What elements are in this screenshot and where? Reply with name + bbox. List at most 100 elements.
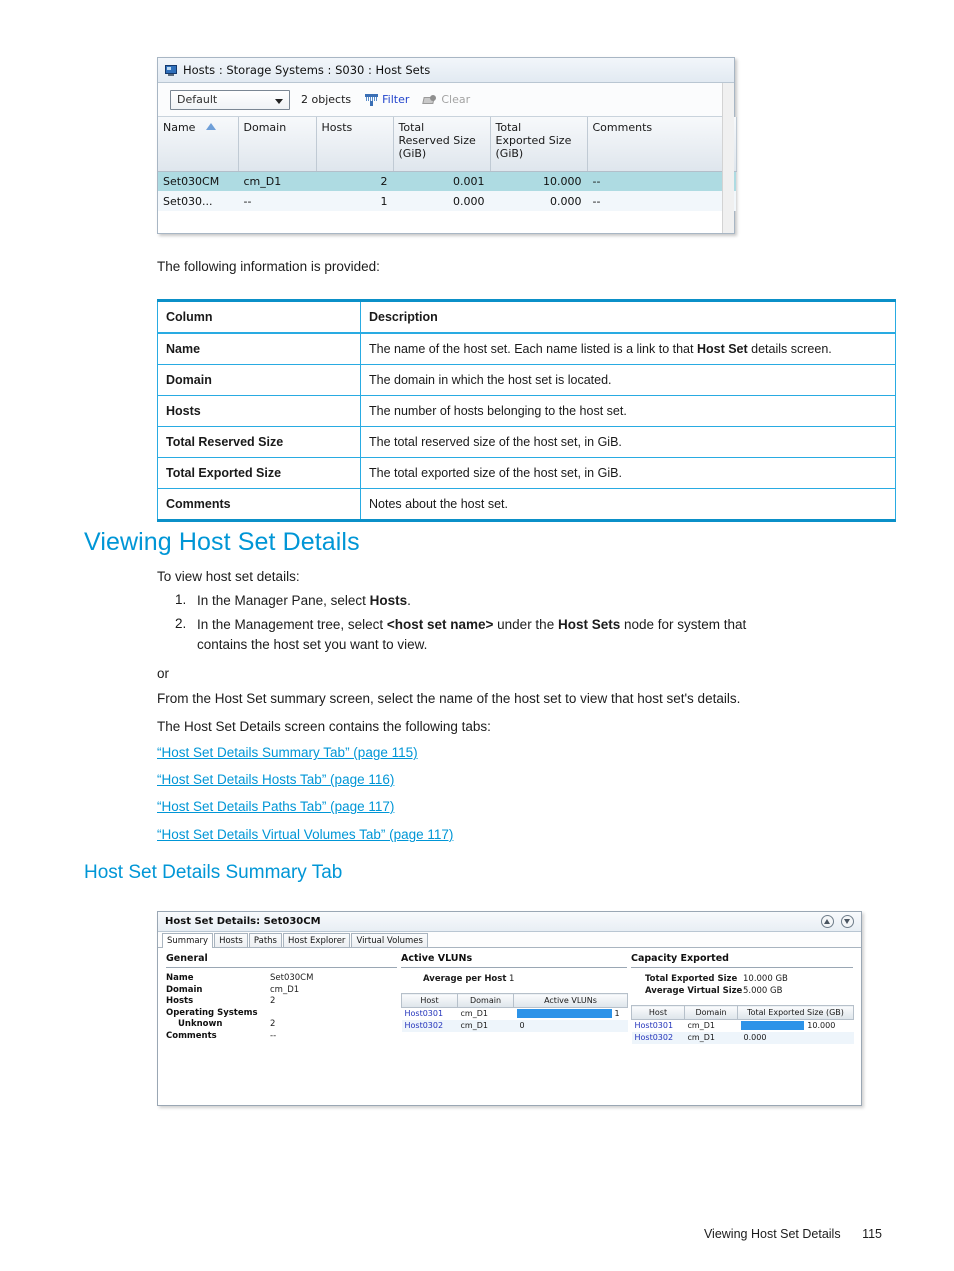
cell-name[interactable]: Set030... xyxy=(158,191,238,211)
filter-button[interactable]: Filter xyxy=(365,93,409,106)
field-hosts: Hosts 2 xyxy=(166,996,397,1008)
subsection-title: Host Set Details Summary Tab xyxy=(84,862,343,883)
col-header-hosts[interactable]: Hosts xyxy=(316,117,394,172)
view-selector-dropdown[interactable]: Default xyxy=(170,89,290,110)
table-row[interactable]: Host0302 cm_D1 0 xyxy=(401,1019,628,1032)
tab-summary[interactable]: Summary xyxy=(162,933,214,948)
hostsets-grid-header: Name Domain Hosts Total Reserved Size (G… xyxy=(158,117,737,172)
desc-cell-description: The total exported size of the host set,… xyxy=(360,457,896,489)
tab-virtual-volumes[interactable]: Virtual Volumes xyxy=(351,933,428,947)
field-domain-label: Domain xyxy=(166,984,203,995)
vluns-col-host[interactable]: Host xyxy=(401,993,458,1008)
desc-table-header-row: Column Description xyxy=(157,299,896,334)
document-page: Hosts : Storage Systems : S030 : Host Se… xyxy=(0,0,954,1271)
cell-hosts: 1 xyxy=(316,191,393,211)
step-2-bold2: Host Sets xyxy=(557,617,621,632)
pane-active-vluns: Active VLUNs Average per Host 1 Host Dom… xyxy=(401,953,628,1044)
cap-col-domain[interactable]: Domain xyxy=(684,1005,738,1020)
active-vluns-heading: Active VLUNs xyxy=(401,953,627,968)
details-title-label: Host Set Details: Set030CM xyxy=(165,916,321,927)
col-exported-line2: Exported Size xyxy=(495,134,572,147)
tab-paths[interactable]: Paths xyxy=(248,933,282,947)
col-header-name[interactable]: Name xyxy=(158,117,239,172)
table-row: Hosts The number of hosts belonging to t… xyxy=(157,395,896,427)
cap-cell-host[interactable]: Host0302 xyxy=(631,1031,685,1044)
capacity-exported-table: Host Domain Total Exported Size (GB) Hos… xyxy=(631,1005,854,1044)
collapse-up-icon[interactable] xyxy=(821,915,834,928)
details-titlebar: Host Set Details: Set030CM xyxy=(158,912,861,932)
summary-panes: General Name Set030CM Domain cm_D1 Hosts… xyxy=(158,948,861,1044)
hostsets-toolbar: Default 2 objects Filter Clear xyxy=(158,83,734,117)
page-title: Viewing Host Set Details xyxy=(84,528,360,556)
desc-cell-column: Total Exported Size xyxy=(157,457,361,489)
link-virtual-volumes-tab[interactable]: “Host Set Details Virtual Volumes Tab” (… xyxy=(157,827,453,842)
link-summary-tab[interactable]: “Host Set Details Summary Tab” (page 115… xyxy=(157,745,418,760)
table-row: Total Reserved Size The total reserved s… xyxy=(157,426,896,458)
lead-paragraph: To view host set details: xyxy=(157,569,300,584)
cap-cell-bar: 10.000 xyxy=(738,1020,854,1032)
vluns-col-domain[interactable]: Domain xyxy=(457,993,514,1008)
step-2-pre: In the Management tree, select xyxy=(197,617,387,632)
cap-col-host[interactable]: Host xyxy=(631,1005,685,1020)
clear-button[interactable]: Clear xyxy=(422,93,470,106)
cap-col-total-exported-size[interactable]: Total Exported Size (GB) xyxy=(737,1005,854,1020)
tab-hosts[interactable]: Hosts xyxy=(214,933,248,947)
desc-cell-column: Name xyxy=(157,332,361,365)
average-virtual-size-label: Average Virtual Size xyxy=(645,986,743,996)
field-unknown-os-value: 2 xyxy=(270,1019,276,1029)
vluns-bar xyxy=(516,1009,612,1019)
desc-header-column: Column xyxy=(157,299,361,334)
table-row[interactable]: Set030CM cm_D1 2 0.001 10.000 -- xyxy=(158,171,736,191)
step-1-text: In the Manager Pane, select Hosts. xyxy=(197,592,411,610)
average-per-host-label: Average per Host xyxy=(423,974,507,984)
table-row[interactable]: Host0301 cm_D1 10.000 xyxy=(632,1020,854,1032)
field-hosts-value: 2 xyxy=(270,996,276,1006)
table-row[interactable]: Host0302 cm_D1 0.000 xyxy=(631,1031,854,1044)
object-count-label: 2 objects xyxy=(301,93,352,106)
table-row[interactable]: Host0301 cm_D1 1 xyxy=(402,1008,628,1020)
field-unknown-os: Unknown 2 xyxy=(166,1019,397,1031)
field-name-label: Name xyxy=(166,973,194,983)
cell-reserved: 0.001 xyxy=(393,171,490,191)
details-tabbar: Summary Hosts Paths Host Explorer Virtua… xyxy=(158,932,861,948)
capacity-exported-heading: Capacity Exported xyxy=(631,953,853,968)
eraser-icon xyxy=(422,94,437,106)
link-paths-tab[interactable]: “Host Set Details Paths Tab” (page 117) xyxy=(157,799,394,814)
desc-cell-column: Hosts xyxy=(157,395,361,427)
tab-host-explorer[interactable]: Host Explorer xyxy=(282,933,351,947)
col-reserved-line2: Reserved Size xyxy=(398,134,476,147)
step-1-number: 1. xyxy=(175,592,187,607)
filter-label: Filter xyxy=(382,93,410,106)
grid-vertical-scrollbar[interactable] xyxy=(722,83,734,233)
col-header-total-reserved-size[interactable]: Total Reserved Size (GiB) xyxy=(393,117,491,172)
pane-capacity-exported: Capacity Exported Total Exported Size 10… xyxy=(631,953,854,1044)
vluns-cell-host[interactable]: Host0301 xyxy=(402,1008,458,1020)
cap-cell-host[interactable]: Host0301 xyxy=(632,1020,685,1032)
step-2-mid: under the xyxy=(493,617,558,632)
vluns-cell-domain: cm_D1 xyxy=(457,1019,514,1032)
col-header-total-exported-size[interactable]: Total Exported Size (GiB) xyxy=(490,117,588,172)
table-row[interactable]: Set030... -- 1 0.000 0.000 -- xyxy=(158,191,736,211)
hostsets-breadcrumb-title: Hosts : Storage Systems : S030 : Host Se… xyxy=(183,63,431,77)
page-footer: Viewing Host Set Details 115 xyxy=(704,1227,882,1241)
footer-chapter: Viewing Host Set Details xyxy=(703,1227,841,1241)
col-reserved-line3: (GiB) xyxy=(398,147,427,160)
vluns-cell-host[interactable]: Host0302 xyxy=(401,1019,458,1032)
total-exported-size-row: Total Exported Size 10.000 GB xyxy=(631,973,853,985)
field-comments-value: -- xyxy=(270,1030,277,1041)
field-name-value: Set030CM xyxy=(270,973,314,983)
col-header-comments[interactable]: Comments xyxy=(587,117,726,172)
collapse-down-icon[interactable] xyxy=(841,915,854,928)
cell-reserved: 0.000 xyxy=(393,191,490,211)
field-domain: Domain cm_D1 xyxy=(166,985,397,997)
average-per-host-row: Average per Host 1 xyxy=(401,973,627,985)
vluns-col-active-vluns[interactable]: Active VLUNs xyxy=(513,993,628,1008)
col-exported-line3: (GiB) xyxy=(495,147,524,160)
active-vluns-table: Host Domain Active VLUNs Host0301 cm_D1 … xyxy=(401,993,628,1032)
vluns-cell-bar: 1 xyxy=(514,1008,628,1020)
vluns-bar-value: 0 xyxy=(519,1021,525,1030)
hostset-details-screenshot: Host Set Details: Set030CM Summary Hosts… xyxy=(157,911,862,1106)
col-header-domain[interactable]: Domain xyxy=(238,117,317,172)
cell-name[interactable]: Set030CM xyxy=(158,171,238,191)
link-hosts-tab[interactable]: “Host Set Details Hosts Tab” (page 116) xyxy=(157,772,394,787)
